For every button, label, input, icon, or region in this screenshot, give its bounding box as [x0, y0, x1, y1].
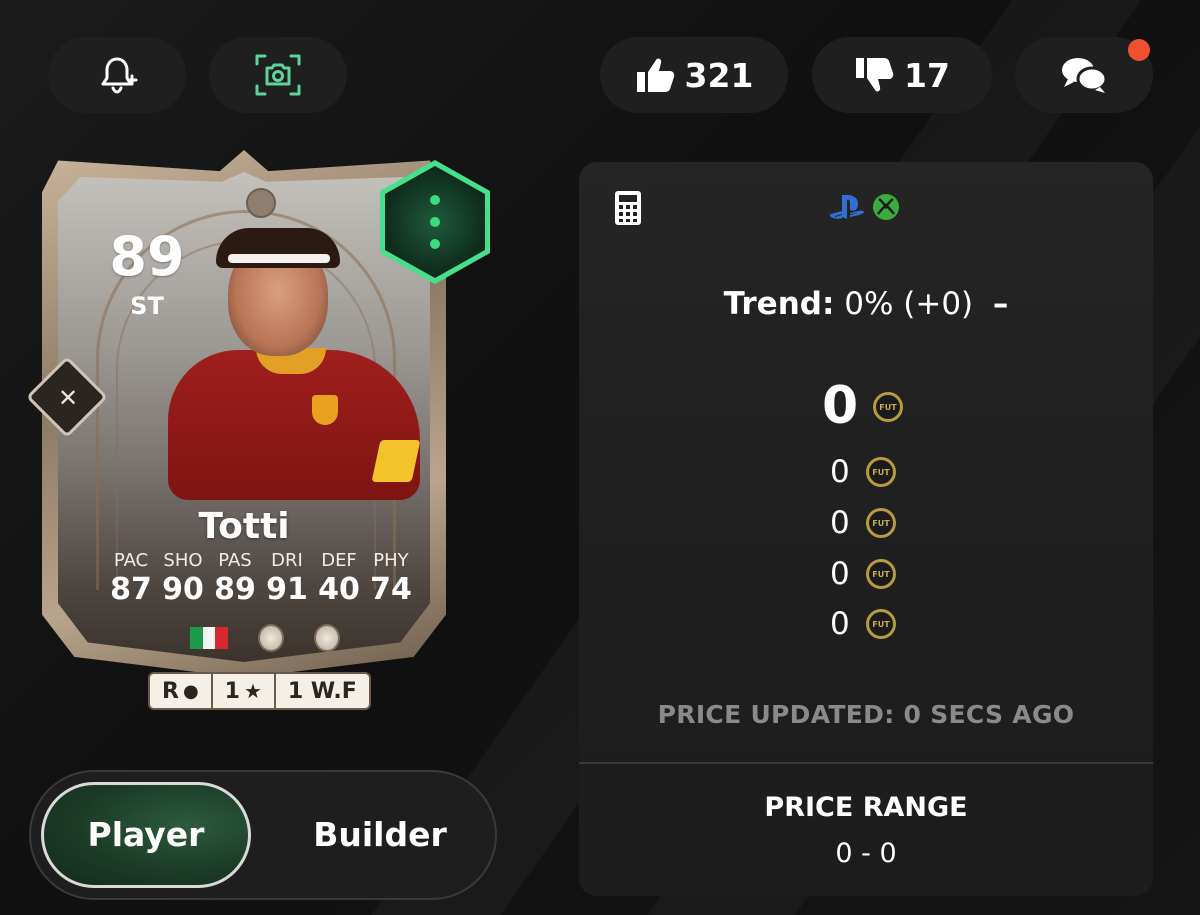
tactics-icon: ✕ [57, 384, 79, 412]
card-position: ST [130, 292, 164, 320]
foot-icon: ● [182, 680, 199, 702]
trend-row: Trend: 0% (+0) – [579, 286, 1153, 322]
stat-value-sho: 90 [162, 572, 204, 607]
coin-icon: FUT [866, 559, 896, 589]
stat-value-phy: 74 [370, 572, 412, 607]
dislike-count: 17 [904, 55, 950, 95]
price-updated-text: PRICE UPDATED: 0 SECS AGO [657, 700, 1075, 729]
thumbs-up-icon [636, 58, 674, 92]
weak-foot-chip: 1 W.F [276, 674, 369, 708]
stat-value-dri: 91 [266, 572, 308, 607]
card-rating: 89 [109, 225, 185, 288]
like-count: 321 [684, 55, 754, 95]
trend-flat-icon: – [992, 286, 1009, 322]
icon-club-badge [314, 624, 340, 652]
price-listing-3: 0 [830, 556, 850, 592]
italy-flag-icon [190, 627, 229, 649]
player-card[interactable]: 89 ST ✕ Totti PAC SHO PAS DRI DEF PHY 87… [25, 150, 494, 710]
price-range-title: PRICE RANGE [764, 792, 968, 823]
coin-icon: FUT [866, 609, 896, 639]
price-listing-1: 0 [830, 454, 850, 490]
stat-label-phy: PHY [373, 550, 409, 571]
dislike-button[interactable]: 17 [812, 37, 992, 113]
platform-selector[interactable] [828, 193, 900, 221]
price-panel [579, 162, 1153, 896]
price-listing-2: 0 [830, 505, 850, 541]
divider [579, 762, 1153, 764]
coin-icon: FUT [873, 392, 903, 422]
icon-league-badge [258, 624, 284, 652]
like-button[interactable]: 321 [600, 37, 788, 113]
stat-label-dri: DRI [271, 550, 303, 571]
coin-icon: FUT [866, 457, 896, 487]
skill-moves-value: 1 [224, 678, 240, 704]
preferred-foot-value: R [162, 678, 179, 704]
bell-plus-icon [101, 57, 138, 94]
playstation-icon [829, 195, 864, 219]
stat-label-sho: SHO [163, 550, 203, 571]
card-attributes: R ● 1 ★ 1 W.F [148, 672, 371, 710]
trend-label: Trend: [723, 286, 835, 322]
chat-bubbles-icon [1062, 58, 1108, 93]
skill-moves-chip: 1 ★ [213, 674, 276, 708]
coin-icon: FUT [866, 508, 896, 538]
player-image-headband [228, 254, 330, 263]
card-top-emblem-icon [246, 188, 276, 218]
tab-player[interactable]: Player [41, 815, 251, 854]
xbox-icon [873, 194, 899, 220]
stat-label-pac: PAC [113, 550, 149, 571]
stat-labels: PAC SHO PAS DRI DEF PHY [106, 550, 416, 571]
stat-label-pas: PAS [218, 550, 252, 571]
player-name: Totti [198, 506, 290, 547]
preferred-foot-chip: R ● [150, 674, 213, 708]
stat-value-pac: 87 [110, 572, 152, 607]
trend-value: 0% (+0) [844, 286, 974, 322]
stat-value-pas: 89 [214, 572, 256, 607]
current-price: 0 [822, 376, 859, 436]
calculator-icon[interactable] [614, 190, 642, 226]
stat-label-def: DEF [321, 550, 357, 571]
screenshot-button[interactable] [209, 37, 347, 113]
notification-dot [1128, 39, 1150, 61]
weak-foot-value: 1 W.F [287, 678, 357, 704]
price-range-value: 0 - 0 [835, 838, 897, 869]
more-vertical-icon [429, 195, 441, 249]
tab-builder[interactable]: Builder [270, 815, 490, 854]
thumbs-down-icon [856, 58, 894, 92]
price-listing-4: 0 [830, 606, 850, 642]
notification-bell-button[interactable] [48, 37, 186, 113]
star-icon: ★ [243, 679, 262, 703]
club-crest-icon [312, 395, 338, 425]
stat-value-def: 40 [318, 572, 360, 607]
card-badges [190, 624, 340, 652]
stat-values: 87 90 89 91 40 74 [106, 572, 416, 607]
camera-scan-icon [255, 54, 301, 96]
